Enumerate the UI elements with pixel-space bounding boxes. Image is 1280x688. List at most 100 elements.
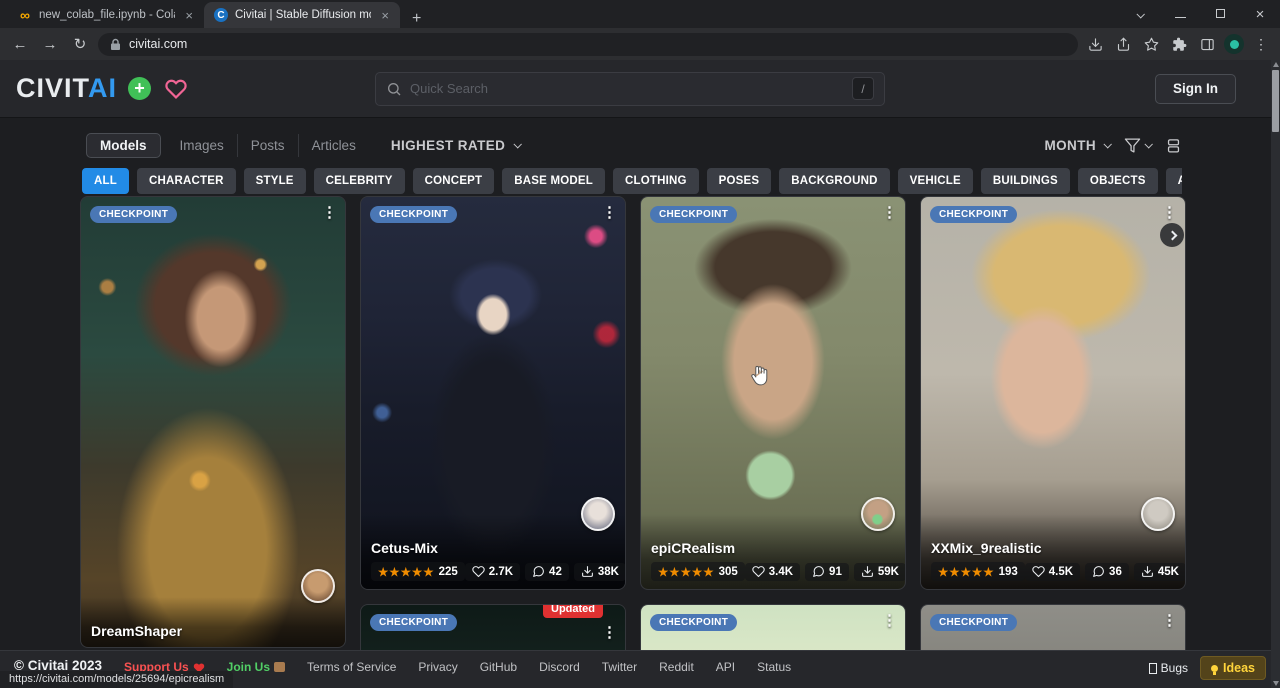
footer-link-api[interactable]: API xyxy=(716,658,735,674)
model-title: XXMix_9realistic xyxy=(931,540,1175,556)
side-panel-icon[interactable] xyxy=(1196,33,1218,55)
downloads-pill: 45K xyxy=(1134,563,1186,581)
card-menu-icon[interactable]: ⋮ xyxy=(602,203,617,221)
chip-poses[interactable]: POSES xyxy=(707,168,772,194)
grid-column: CHECKPOINT ⋮ epiCRealism ★★★★★ 305 3.4 xyxy=(640,196,906,688)
creator-avatar[interactable] xyxy=(301,569,335,603)
tab-images[interactable]: Images xyxy=(167,134,238,157)
footer-link-github[interactable]: GitHub xyxy=(480,658,517,674)
checkpoint-badge: CHECKPOINT xyxy=(650,206,737,223)
chip-animal[interactable]: ANIMAL xyxy=(1166,168,1182,194)
chip-all[interactable]: ALL xyxy=(82,168,129,194)
share-icon[interactable] xyxy=(1112,33,1134,55)
likes-pill: 4.5K xyxy=(1025,563,1080,581)
page-scrollbar[interactable] xyxy=(1271,60,1280,688)
chip-character[interactable]: CHARACTER xyxy=(137,168,236,194)
address-bar[interactable]: civitai.com xyxy=(98,33,1078,56)
profile-avatar[interactable] xyxy=(1224,34,1244,54)
tab-models[interactable]: Models xyxy=(86,133,161,158)
browser-tab-bar: ∞ new_colab_file.ipynb - Colaborat × C C… xyxy=(0,0,1280,28)
chip-style[interactable]: STYLE xyxy=(244,168,306,194)
tab-articles[interactable]: Articles xyxy=(299,134,369,157)
chip-concept[interactable]: CONCEPT xyxy=(413,168,495,194)
bookmark-star-icon[interactable] xyxy=(1140,33,1162,55)
card-menu-icon[interactable]: ⋮ xyxy=(882,611,897,629)
bug-icon xyxy=(1149,663,1157,674)
lock-icon xyxy=(110,38,121,51)
favorites-heart-icon[interactable] xyxy=(164,78,188,100)
chip-background[interactable]: BACKGROUND xyxy=(779,168,889,194)
creator-avatar[interactable] xyxy=(861,497,895,531)
layout-toggle-icon[interactable] xyxy=(1165,137,1182,154)
browse-nav-row: Models Images Posts Articles HIGHEST RAT… xyxy=(86,131,1280,159)
checkpoint-badge: CHECKPOINT xyxy=(930,614,1017,631)
footer-link-status[interactable]: Status xyxy=(757,658,791,674)
model-card-dreamshaper[interactable]: CHECKPOINT ⋮ DreamShaper xyxy=(80,196,346,648)
maximize-button[interactable] xyxy=(1200,7,1240,21)
briefcase-icon xyxy=(274,662,285,672)
footer-link-twitter[interactable]: Twitter xyxy=(602,658,637,674)
download-page-icon[interactable] xyxy=(1084,33,1106,55)
chip-celebrity[interactable]: CELEBRITY xyxy=(314,168,405,194)
minimize-button[interactable] xyxy=(1160,7,1200,21)
card-menu-icon[interactable]: ⋮ xyxy=(322,203,337,221)
chips-scroll-next-button[interactable] xyxy=(1160,223,1184,247)
downloads-count: 38K xyxy=(598,566,619,578)
likes-pill: 3.4K xyxy=(745,563,800,581)
card-menu-icon[interactable]: ⋮ xyxy=(1162,611,1177,629)
chip-vehicle[interactable]: VEHICLE xyxy=(898,168,973,194)
tab-close-icon[interactable]: × xyxy=(378,8,392,23)
grid-column: CHECKPOINT ⋮ DreamShaper xyxy=(80,196,346,688)
search-bar[interactable]: / xyxy=(375,72,885,106)
tab-search-icon[interactable] xyxy=(1120,7,1160,21)
browser-menu-icon[interactable]: ⋮ xyxy=(1250,33,1272,55)
search-icon xyxy=(386,81,402,97)
scroll-down-arrow[interactable] xyxy=(1273,681,1279,686)
sign-in-button[interactable]: Sign In xyxy=(1155,74,1236,104)
model-card-cetus-mix[interactable]: CHECKPOINT ⋮ Cetus-Mix ★★★★★ 225 2.7K xyxy=(360,196,626,590)
card-menu-icon[interactable]: ⋮ xyxy=(602,623,617,641)
card-menu-icon[interactable]: ⋮ xyxy=(1162,203,1177,221)
forward-button[interactable]: → xyxy=(38,32,62,56)
card-menu-icon[interactable]: ⋮ xyxy=(882,203,897,221)
civitai-logo[interactable]: CIVITAI xyxy=(16,73,117,104)
period-dropdown[interactable]: MONTH xyxy=(1045,138,1111,153)
reload-button[interactable]: ↻ xyxy=(68,32,92,56)
add-model-button[interactable]: + xyxy=(128,77,151,100)
new-tab-button[interactable]: + xyxy=(400,10,433,28)
footer-link-discord[interactable]: Discord xyxy=(539,658,580,674)
heart-icon xyxy=(752,565,765,578)
browser-tab-colab[interactable]: ∞ new_colab_file.ipynb - Colaborat × xyxy=(8,2,204,28)
chip-buildings[interactable]: BUILDINGS xyxy=(981,168,1070,194)
search-input[interactable] xyxy=(410,81,844,96)
bugs-button[interactable]: Bugs xyxy=(1149,661,1188,675)
filter-dropdown[interactable] xyxy=(1124,137,1151,154)
footer-link-terms[interactable]: Terms of Service xyxy=(307,658,396,674)
tab-close-icon[interactable]: × xyxy=(182,8,196,23)
rating-pill: ★★★★★ 225 xyxy=(371,562,465,581)
footer-link-join[interactable]: Join Us xyxy=(227,658,285,674)
footer-link-reddit[interactable]: Reddit xyxy=(659,658,694,674)
chip-clothing[interactable]: CLOTHING xyxy=(613,168,699,194)
model-card-xxmix[interactable]: CHECKPOINT ⋮ XXMix_9realistic ★★★★★ 193 xyxy=(920,196,1186,590)
browser-tab-civitai[interactable]: C Civitai | Stable Diffusion models, × xyxy=(204,2,400,28)
url-text: civitai.com xyxy=(129,37,187,51)
scroll-up-arrow[interactable] xyxy=(1273,62,1279,67)
scrollbar-thumb[interactable] xyxy=(1272,70,1279,132)
chip-objects[interactable]: OBJECTS xyxy=(1078,168,1158,194)
model-card-epicrealism[interactable]: CHECKPOINT ⋮ epiCRealism ★★★★★ 305 3.4 xyxy=(640,196,906,590)
tab-posts[interactable]: Posts xyxy=(238,134,299,157)
ideas-button[interactable]: Ideas xyxy=(1200,656,1266,680)
filter-funnel-icon xyxy=(1124,137,1141,154)
close-window-button[interactable]: × xyxy=(1240,6,1280,23)
checkpoint-badge: CHECKPOINT xyxy=(370,614,457,631)
back-button[interactable]: ← xyxy=(8,32,32,56)
creator-avatar[interactable] xyxy=(581,497,615,531)
creator-avatar[interactable] xyxy=(1141,497,1175,531)
comment-icon xyxy=(1092,565,1105,578)
likes-count: 4.5K xyxy=(1049,566,1073,578)
extensions-puzzle-icon[interactable] xyxy=(1168,33,1190,55)
footer-link-privacy[interactable]: Privacy xyxy=(418,658,457,674)
sort-dropdown[interactable]: HIGHEST RATED xyxy=(391,138,520,153)
chip-base-model[interactable]: BASE MODEL xyxy=(502,168,605,194)
